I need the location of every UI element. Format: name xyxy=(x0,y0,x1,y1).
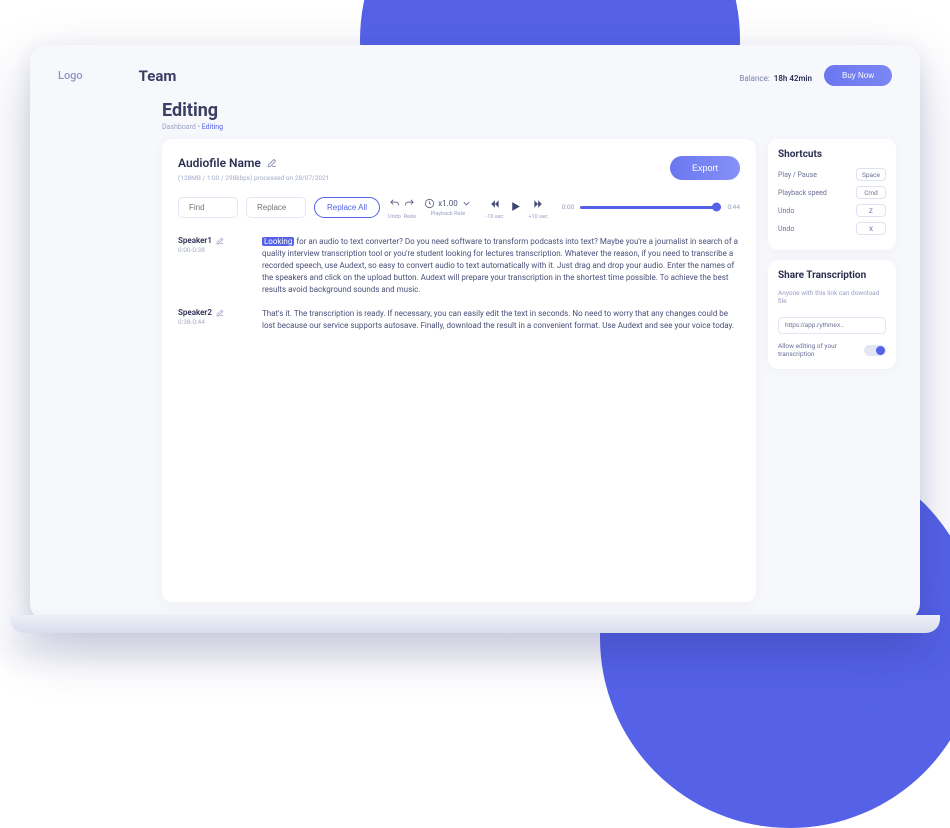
speaker-time: 0:38-0:44 xyxy=(178,318,240,326)
forward-10-icon[interactable] xyxy=(533,194,543,213)
transcript-text[interactable]: That's it. The transcription is ready. I… xyxy=(262,308,740,332)
speaker-time: 0:00-0:38 xyxy=(178,246,240,254)
top-bar: Logo Team Balance: 18h 42min Buy Now xyxy=(54,63,896,100)
shortcuts-title: Shortcuts xyxy=(778,149,886,160)
speaker-name[interactable]: Speaker1 xyxy=(178,236,240,245)
export-button[interactable]: Export xyxy=(670,156,740,180)
team-name: Team xyxy=(139,67,740,85)
redo-icon[interactable] xyxy=(404,194,415,213)
shortcut-key: Cmd xyxy=(856,186,886,199)
shortcut-key: Space xyxy=(856,168,886,181)
page-title: Editing xyxy=(162,100,896,121)
toolbar: Replace All Undo Redo x1.00 Playback Rat… xyxy=(178,194,740,220)
allow-editing-label: Allow editing of your transcription xyxy=(778,342,858,359)
breadcrumb-current: Editing xyxy=(202,123,223,131)
balance-value: 18h 42min xyxy=(774,74,812,83)
share-card: Share Transcription Anyone with this lin… xyxy=(768,260,896,369)
transcript: Speaker1 0:00-0:38 Looking for an audio t… xyxy=(178,236,740,332)
edit-file-name-icon[interactable] xyxy=(267,153,277,172)
share-subtitle: Anyone with this link can download file xyxy=(778,289,886,306)
buy-now-button[interactable]: Buy Now xyxy=(824,65,892,86)
editor-card: Audiofile Name (128MB / 1:00 / 298kbps) … xyxy=(162,139,756,602)
time-current: 0:00 xyxy=(562,203,575,211)
rewind-10-icon[interactable] xyxy=(490,194,500,213)
shortcut-row: Undo X xyxy=(778,222,886,235)
app-window: Logo Team Balance: 18h 42min Buy Now Edi… xyxy=(30,45,920,620)
shortcuts-card: Shortcuts Play / Pause Space Playback spee… xyxy=(768,139,896,250)
share-title: Share Transcription xyxy=(778,270,886,281)
shortcut-label: Undo xyxy=(778,225,794,233)
share-link-input[interactable] xyxy=(778,317,886,334)
page-header: Editing Dashboard • Editing xyxy=(54,100,896,131)
chevron-down-icon xyxy=(461,198,472,209)
transcript-row: Speaker1 0:00-0:38 Looking for an audio t… xyxy=(178,236,740,296)
breadcrumb-root[interactable]: Dashboard xyxy=(162,123,196,131)
allow-editing-toggle[interactable] xyxy=(864,345,886,356)
seek-thumb[interactable] xyxy=(712,203,721,212)
time-total: 0:44 xyxy=(727,203,740,211)
file-name: Audiofile Name xyxy=(178,156,261,170)
playback-rate[interactable]: x1.00 Playback Rate xyxy=(424,198,472,217)
seek-bar[interactable]: 0:00 0:44 xyxy=(562,203,740,211)
speaker-name[interactable]: Speaker2 xyxy=(178,308,240,317)
replace-all-button[interactable]: Replace All xyxy=(314,197,380,218)
undo-icon[interactable] xyxy=(389,194,400,213)
shortcut-row: Playback speed Cmd xyxy=(778,186,886,199)
transcript-row: Speaker2 0:38-0:44 That's it. The transcr… xyxy=(178,308,740,332)
shortcut-label: Playback speed xyxy=(778,189,827,197)
logo: Logo xyxy=(58,69,83,82)
shortcut-label: Undo xyxy=(778,207,794,215)
breadcrumb: Dashboard • Editing xyxy=(162,123,896,131)
replace-input[interactable] xyxy=(246,197,306,218)
file-meta: (128MB / 1:00 / 298kbps) processed on 28… xyxy=(178,174,329,182)
balance-label: Balance: 18h 42min xyxy=(739,66,812,85)
transcript-text[interactable]: Looking for an audio to text converter? … xyxy=(262,236,740,296)
shortcut-label: Play / Pause xyxy=(778,171,817,179)
find-input[interactable] xyxy=(178,197,238,218)
shortcut-key: Z xyxy=(856,204,886,217)
shortcut-key: X xyxy=(856,222,886,235)
play-icon[interactable] xyxy=(509,198,522,217)
shortcut-row: Undo Z xyxy=(778,204,886,217)
highlighted-word: Looking xyxy=(262,237,294,246)
shortcut-row: Play / Pause Space xyxy=(778,168,886,181)
